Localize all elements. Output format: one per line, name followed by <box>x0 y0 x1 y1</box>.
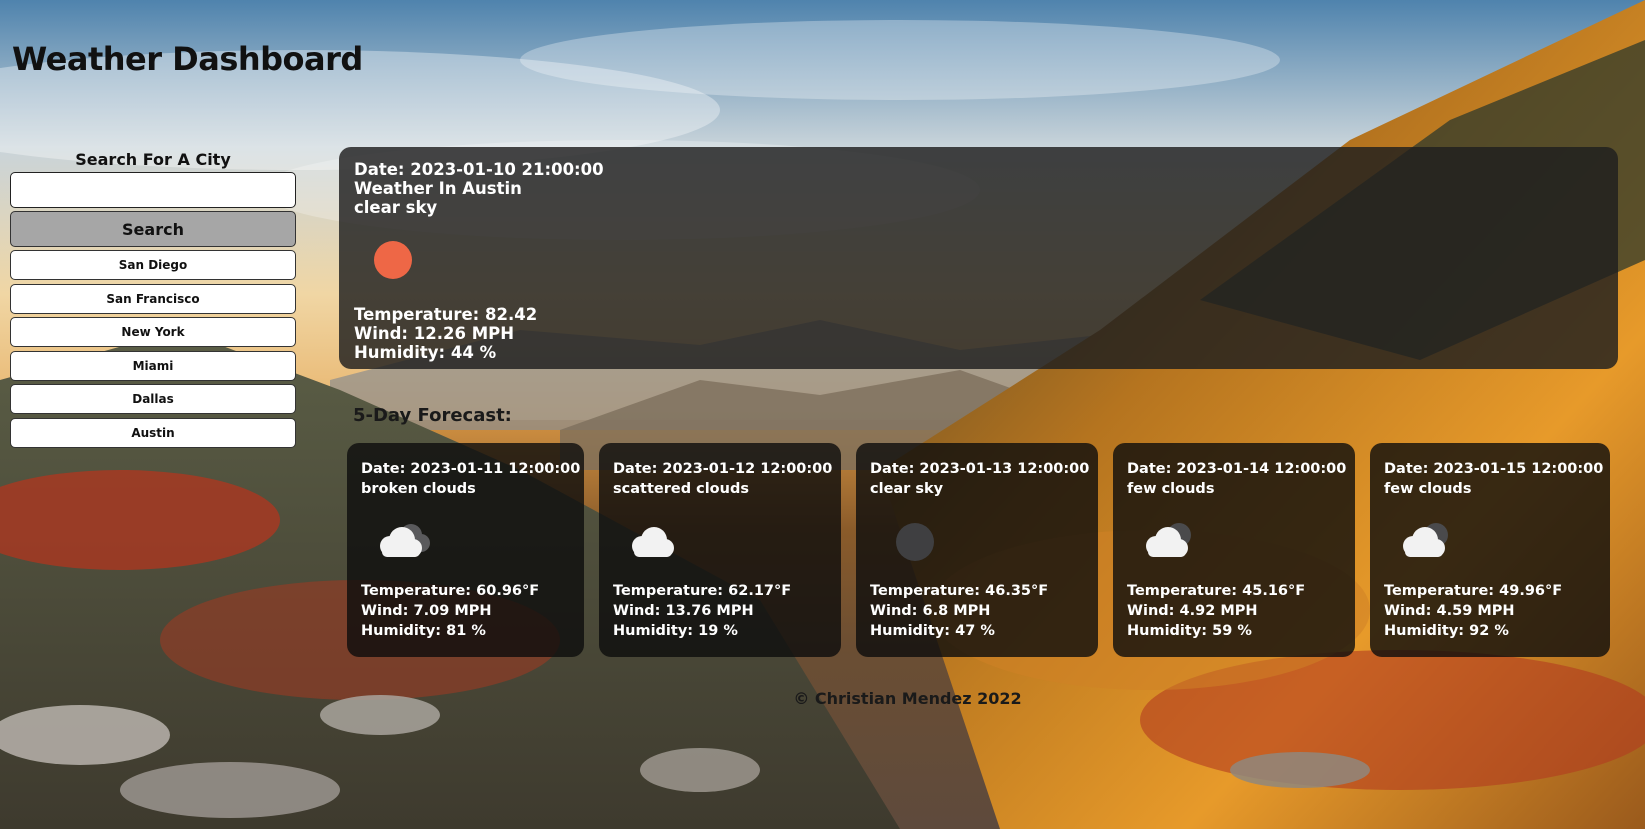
forecast-temperature: Temperature: 49.96°F <box>1384 583 1563 599</box>
city-button-dallas[interactable]: Dallas <box>10 384 296 414</box>
forecast-humidity: Humidity: 92 % <box>1384 623 1509 639</box>
forecast-card: Date: 2023-01-11 12:00:00 broken clouds … <box>347 443 584 657</box>
forecast-temperature: Temperature: 60.96°F <box>361 583 540 599</box>
current-temperature: Temperature: 82.42 <box>354 305 538 324</box>
current-location: Weather In Austin <box>354 179 522 198</box>
broken-clouds-icon <box>369 509 439 569</box>
current-wind: Wind: 12.26 MPH <box>354 324 515 343</box>
forecast-description: scattered clouds <box>613 481 749 497</box>
sun-icon <box>374 241 412 279</box>
city-button-austin[interactable]: Austin <box>10 417 296 448</box>
search-sidebar: Search For A City Search San Diego San F… <box>10 150 296 451</box>
forecast-wind: Wind: 13.76 MPH <box>613 603 754 619</box>
forecast-description: clear sky <box>870 481 944 497</box>
forecast-card: Date: 2023-01-15 12:00:00 few clouds Tem… <box>1370 443 1610 657</box>
forecast-heading: 5-Day Forecast: <box>353 405 512 426</box>
forecast-humidity: Humidity: 59 % <box>1127 623 1252 639</box>
forecast-card: Date: 2023-01-12 12:00:00 scattered clou… <box>599 443 841 657</box>
current-description: clear sky <box>354 198 438 217</box>
current-weather-card: Date: 2023-01-10 21:00:00 Weather In Aus… <box>339 147 1618 369</box>
forecast-wind: Wind: 7.09 MPH <box>361 603 492 619</box>
forecast-description: broken clouds <box>361 481 476 497</box>
forecast-date: Date: 2023-01-13 12:00:00 <box>870 461 1090 477</box>
forecast-wind: Wind: 4.92 MPH <box>1127 603 1258 619</box>
clear-sky-night-icon <box>878 509 948 569</box>
forecast-date: Date: 2023-01-12 12:00:00 <box>613 461 833 477</box>
forecast-date: Date: 2023-01-14 12:00:00 <box>1127 461 1347 477</box>
forecast-date: Date: 2023-01-15 12:00:00 <box>1384 461 1604 477</box>
page-title: Weather Dashboard <box>12 40 363 78</box>
current-humidity: Humidity: 44 % <box>354 343 497 362</box>
search-label: Search For A City <box>75 150 231 169</box>
city-button-miami[interactable]: Miami <box>10 350 296 381</box>
forecast-temperature: Temperature: 46.35°F <box>870 583 1049 599</box>
city-button-san-diego[interactable]: San Diego <box>10 250 296 280</box>
few-clouds-icon <box>1392 509 1462 569</box>
forecast-temperature: Temperature: 62.17°F <box>613 583 792 599</box>
forecast-wind: Wind: 4.59 MPH <box>1384 603 1515 619</box>
forecast-humidity: Humidity: 47 % <box>870 623 995 639</box>
few-clouds-icon <box>1135 509 1205 569</box>
city-button-san-francisco[interactable]: San Francisco <box>10 283 296 314</box>
scattered-clouds-icon <box>621 509 691 569</box>
city-button-new-york[interactable]: New York <box>10 317 296 347</box>
forecast-temperature: Temperature: 45.16°F <box>1127 583 1306 599</box>
forecast-description: few clouds <box>1127 481 1215 497</box>
clear-sky-icon <box>364 231 434 295</box>
forecast-humidity: Humidity: 81 % <box>361 623 486 639</box>
city-search-input[interactable] <box>10 172 296 208</box>
moon-icon <box>896 523 934 561</box>
current-date: Date: 2023-01-10 21:00:00 <box>354 160 604 179</box>
forecast-humidity: Humidity: 19 % <box>613 623 738 639</box>
forecast-date: Date: 2023-01-11 12:00:00 <box>361 461 581 477</box>
search-button[interactable]: Search <box>10 211 296 247</box>
recent-cities-list: San Diego San Francisco New York Miami D… <box>10 250 296 448</box>
forecast-card: Date: 2023-01-14 12:00:00 few clouds Tem… <box>1113 443 1355 657</box>
forecast-wind: Wind: 6.8 MPH <box>870 603 991 619</box>
footer-copyright: © Christian Mendez 2022 <box>793 689 1022 708</box>
forecast-description: few clouds <box>1384 481 1472 497</box>
forecast-card: Date: 2023-01-13 12:00:00 clear sky Temp… <box>856 443 1098 657</box>
